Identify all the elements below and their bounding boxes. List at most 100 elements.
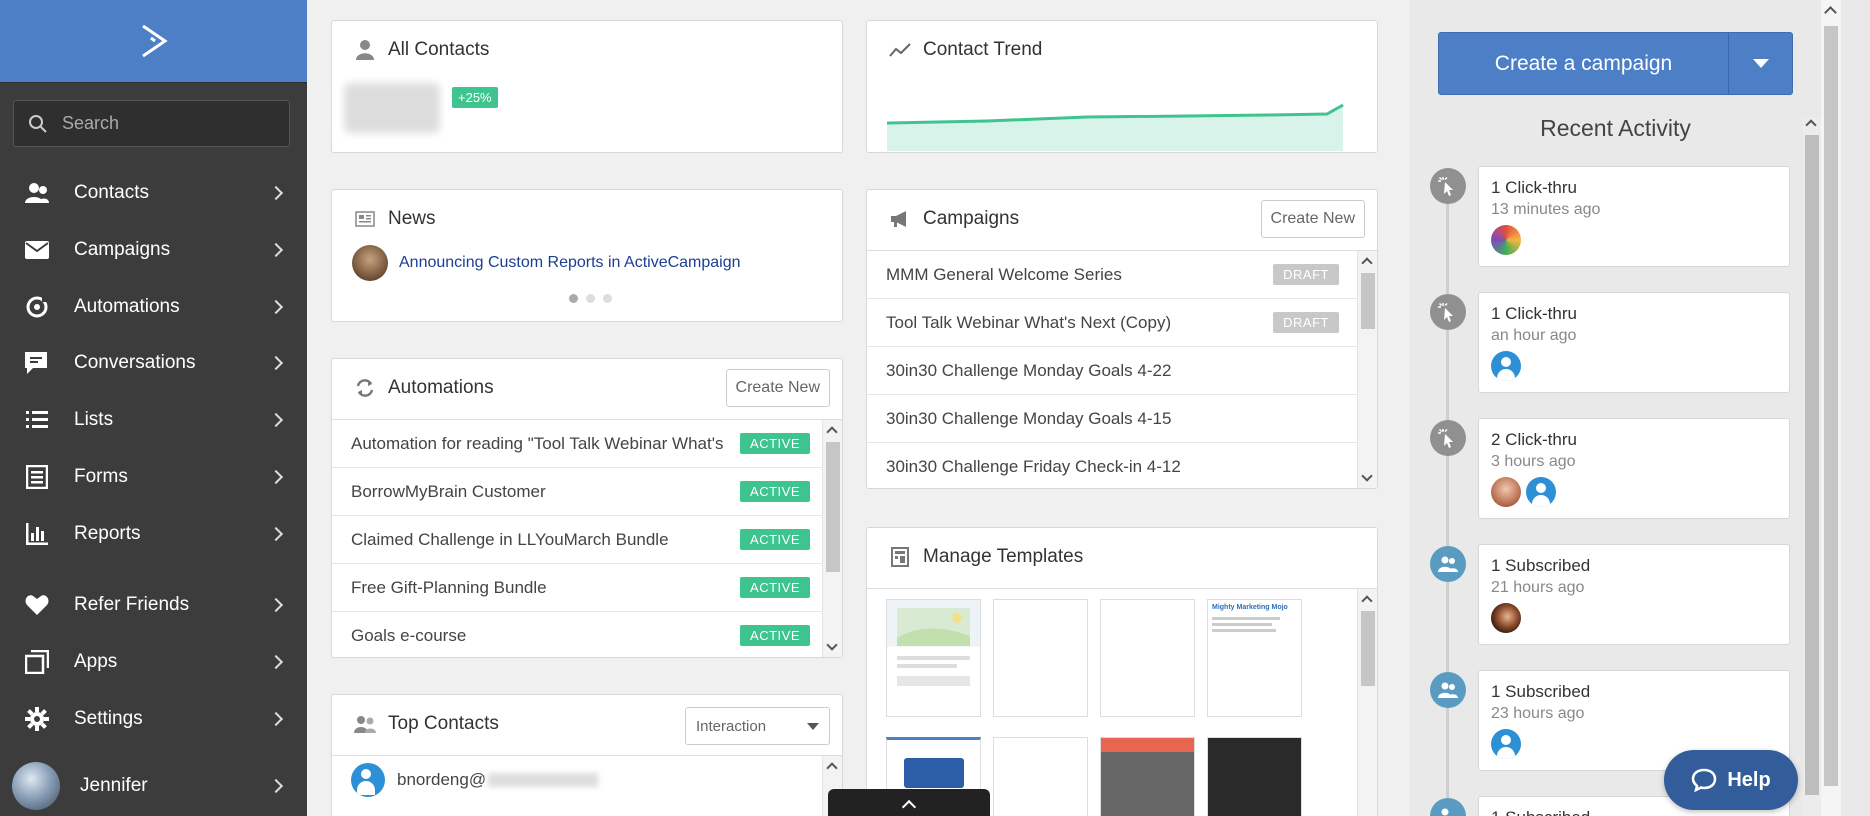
search-icon (29, 114, 47, 133)
scroll-up-icon[interactable] (826, 426, 838, 438)
sidebar-item-campaigns[interactable]: Campaigns (0, 225, 307, 275)
sidebar-item-conversations[interactable]: Conversations (0, 338, 307, 388)
trend-line-icon (889, 39, 911, 61)
activity-card[interactable]: 2 Click-thru 3 hours ago (1478, 418, 1790, 519)
create-a-campaign-button[interactable]: Create a campaign (1438, 32, 1793, 95)
sidebar-item-reports[interactable]: Reports (0, 509, 307, 559)
list-item[interactable]: BorrowMyBrain Customer ACTIVE (332, 468, 822, 516)
list-item[interactable]: Goals e-course ACTIVE (332, 612, 822, 657)
page-scrollbar[interactable] (1821, 0, 1841, 816)
news-author-avatar (352, 245, 388, 281)
scroll-up-icon[interactable] (1361, 257, 1373, 269)
template-thumbnail[interactable] (993, 737, 1088, 816)
sidebar-item-settings[interactable]: Settings (0, 694, 307, 744)
sidebar-item-automations[interactable]: Automations (0, 282, 307, 332)
dot-active[interactable] (569, 294, 578, 303)
contact-avatar[interactable] (1491, 351, 1521, 381)
chevron-right-icon (268, 185, 284, 201)
list-item[interactable]: MMM General Welcome Series DRAFT (867, 251, 1357, 299)
list-item[interactable]: Free Gift-Planning Bundle ACTIVE (332, 564, 822, 612)
contact-avatar (351, 763, 385, 797)
list-item[interactable]: 30in30 Challenge Monday Goals 4-22 (867, 347, 1357, 395)
click-icon (1430, 168, 1466, 204)
chevron-right-icon (268, 526, 284, 542)
template-thumbnail[interactable]: Mighty Marketing Mojo (1207, 599, 1302, 717)
scroll-thumb[interactable] (1361, 611, 1375, 686)
create-automation-button[interactable]: Create New (725, 369, 830, 407)
sidebar-item-label: Refer Friends (74, 594, 190, 615)
click-icon (1430, 294, 1466, 330)
scroll-thumb[interactable] (1361, 273, 1375, 329)
template-thumbnail[interactable] (1100, 737, 1195, 816)
search-box[interactable] (13, 100, 290, 147)
activecampaign-logo[interactable] (0, 0, 307, 83)
chevron-up-icon (901, 799, 917, 815)
form-icon (24, 464, 50, 490)
templates-scrollbar[interactable] (1357, 589, 1377, 816)
sidebar-user-menu[interactable]: Jennifer (0, 760, 307, 812)
activity-card[interactable]: 1 Subscribed 21 hours ago (1478, 544, 1790, 645)
activity-card[interactable]: 1 Click-thru 13 minutes ago (1478, 166, 1790, 267)
gear-icon (24, 706, 50, 732)
contact-avatar[interactable] (1526, 477, 1556, 507)
campaigns-scrollbar[interactable] (1357, 251, 1377, 488)
sidebar-item-apps[interactable]: Apps (0, 637, 307, 687)
person-icon (354, 39, 376, 61)
scroll-thumb[interactable] (1805, 135, 1819, 795)
news-headline-link[interactable]: Announcing Custom Reports in ActiveCampa… (399, 254, 741, 272)
template-thumbnail[interactable] (886, 599, 981, 717)
contact-avatar[interactable] (1491, 225, 1521, 255)
scroll-thumb[interactable] (826, 442, 840, 572)
sidebar-item-label: Contacts (74, 182, 149, 203)
activity-scrollbar[interactable] (1803, 117, 1821, 816)
list-item[interactable]: Claimed Challenge in LLYouMarch Bundle AC… (332, 516, 822, 564)
sidebar-item-contacts[interactable]: Contacts (0, 168, 307, 218)
template-thumbnail[interactable] (1207, 737, 1302, 816)
contact-trend-title: Contact Trend (889, 39, 1042, 61)
right-panel: Create a campaign Recent Activity 1 Clic… (1410, 0, 1870, 816)
dot[interactable] (603, 294, 612, 303)
search-input[interactable] (62, 113, 262, 134)
logo-chevron-icon (141, 24, 168, 58)
contact-avatar[interactable] (1491, 477, 1521, 507)
activity-card[interactable]: 1 Click-thru an hour ago (1478, 292, 1790, 393)
sidebar-item-lists[interactable]: Lists (0, 395, 307, 445)
news-card[interactable]: News Announcing Custom Reports in Active… (331, 189, 843, 322)
automations-scrollbar[interactable] (822, 420, 842, 657)
sidebar-item-refer-friends[interactable]: Refer Friends (0, 580, 307, 630)
news-pagination-dots[interactable] (569, 294, 612, 303)
scroll-up-icon[interactable] (1805, 119, 1817, 131)
status-badge: DRAFT (1273, 312, 1339, 333)
scroll-down-icon[interactable] (1361, 470, 1373, 482)
sidebar-item-label: Forms (74, 466, 128, 487)
help-button[interactable]: Help (1664, 750, 1798, 810)
list-item[interactable]: Tool Talk Webinar What's Next (Copy) DRAF… (867, 299, 1357, 347)
scroll-up-icon[interactable] (1361, 595, 1373, 607)
list-item[interactable]: 30in30 Challenge Friday Check-in 4-12 (867, 443, 1357, 488)
list-item[interactable]: Automation for reading "Tool Talk Webina… (332, 420, 822, 468)
user-avatar (12, 762, 60, 810)
campaigns-card: Campaigns Create New MMM General Welcome… (866, 189, 1378, 489)
template-preview-image (903, 758, 964, 788)
scroll-up-icon[interactable] (1824, 6, 1837, 19)
contact-trend-card[interactable]: Contact Trend (866, 20, 1378, 153)
newspaper-icon (354, 208, 376, 230)
template-thumbnail[interactable] (1100, 599, 1195, 717)
all-contacts-card[interactable]: All Contacts +25% (331, 20, 843, 153)
sidebar: Contacts Campaigns Automations Conversat… (0, 0, 307, 816)
sidebar-item-forms[interactable]: Forms (0, 452, 307, 502)
contact-avatar[interactable] (1491, 729, 1521, 759)
collapse-panel-toggle[interactable] (828, 789, 990, 816)
list-item[interactable]: bnordeng@ (332, 756, 822, 804)
scroll-up-icon[interactable] (826, 762, 838, 774)
scroll-thumb[interactable] (1824, 26, 1838, 786)
list-item[interactable]: 30in30 Challenge Monday Goals 4-15 (867, 395, 1357, 443)
create-campaign-button[interactable]: Create New (1260, 200, 1365, 238)
scroll-down-icon[interactable] (826, 639, 838, 651)
create-campaign-dropdown[interactable] (1728, 33, 1792, 94)
create-campaign-label[interactable]: Create a campaign (1439, 33, 1728, 94)
template-thumbnail[interactable] (993, 599, 1088, 717)
dot[interactable] (586, 294, 595, 303)
top-contacts-sort-select[interactable]: Interaction (685, 707, 830, 745)
contact-avatar[interactable] (1491, 603, 1521, 633)
